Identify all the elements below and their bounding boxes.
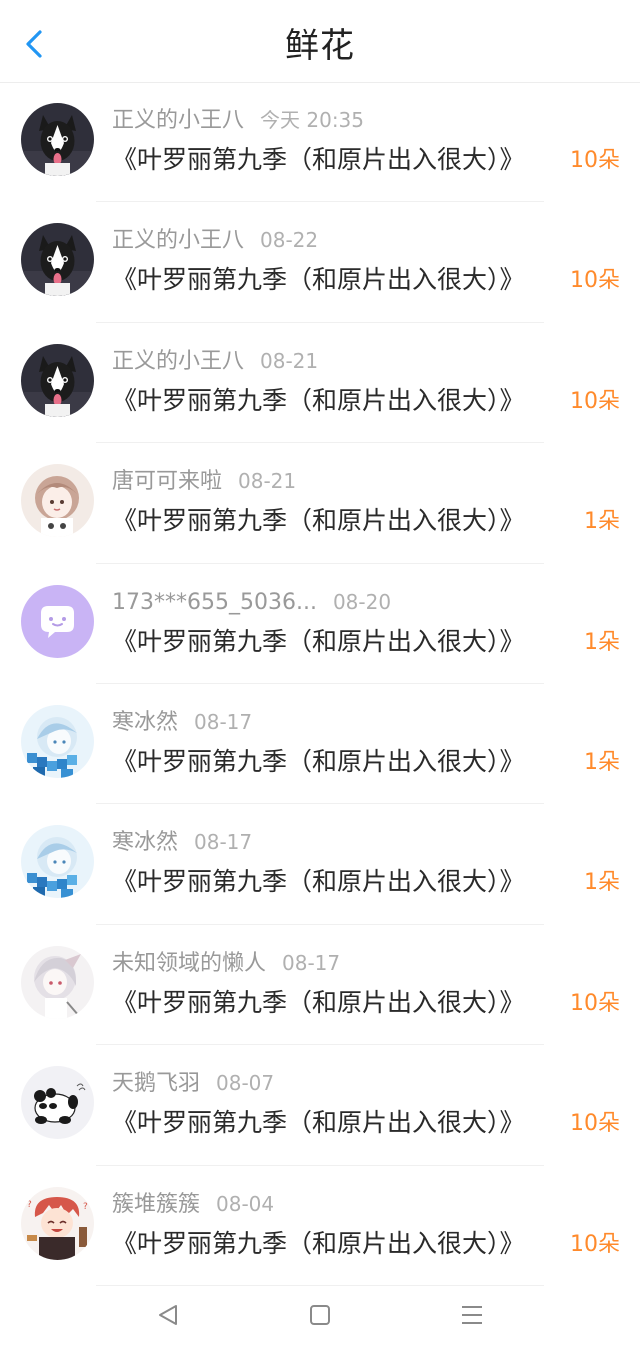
item-meta: 未知领域的懒人 08-17 bbox=[112, 947, 340, 979]
husky-avatar-icon bbox=[21, 343, 94, 417]
flower-count: 10朵 bbox=[570, 990, 620, 1016]
nav-home-button[interactable] bbox=[300, 1295, 340, 1335]
avatar[interactable] bbox=[21, 223, 94, 297]
flower-count: 10朵 bbox=[570, 1111, 620, 1137]
list-item[interactable]: 正义的小王八 今天 20:35 《叶罗丽第九季（和原片出入很大）》 10朵 bbox=[0, 82, 640, 203]
username[interactable]: 正义的小王八 bbox=[112, 228, 244, 253]
book-title[interactable]: 《叶罗丽第九季（和原片出入很大）》 bbox=[112, 260, 550, 300]
avatar[interactable] bbox=[21, 825, 94, 899]
list-item[interactable]: 天鹅飞羽 08-07 《叶罗丽第九季（和原片出入很大）》 10朵 bbox=[0, 1045, 640, 1166]
svg-text:?: ? bbox=[83, 1202, 88, 1212]
item-meta: 寒冰然 08-17 bbox=[112, 826, 252, 858]
book-title[interactable]: 《叶罗丽第九季（和原片出入很大）》 bbox=[112, 381, 550, 421]
list-item[interactable]: 未知领域的懒人 08-17 《叶罗丽第九季（和原片出入很大）》 10朵 bbox=[0, 925, 640, 1046]
username[interactable]: 173***655_5036... bbox=[112, 590, 317, 615]
username[interactable]: 未知领域的懒人 bbox=[112, 951, 266, 976]
blue-anime-avatar-icon bbox=[21, 825, 94, 899]
book-title[interactable]: 《叶罗丽第九季（和原片出入很大）》 bbox=[112, 742, 574, 782]
flower-count: 10朵 bbox=[570, 388, 620, 414]
username[interactable]: 天鹅飞羽 bbox=[112, 1071, 200, 1096]
timestamp: 08-21 bbox=[260, 348, 319, 373]
timestamp: 08-07 bbox=[216, 1071, 275, 1096]
list-item[interactable]: ? ? 簇堆簇簇 08-04 《叶罗丽第九季（和原片出入很大）》 10朵 bbox=[0, 1166, 640, 1286]
username[interactable]: 簇堆簇簇 bbox=[112, 1192, 200, 1217]
triangle-back-icon bbox=[159, 1305, 177, 1325]
item-meta: 簇堆簇簇 08-04 bbox=[112, 1188, 274, 1220]
username[interactable]: 正义的小王八 bbox=[112, 349, 244, 374]
avatar[interactable]: ? ? bbox=[21, 1186, 94, 1260]
timestamp: 08-17 bbox=[194, 830, 253, 855]
page-title: 鲜花 bbox=[285, 26, 355, 66]
husky-avatar-icon bbox=[21, 103, 94, 176]
avatar[interactable] bbox=[21, 945, 94, 1019]
book-title[interactable]: 《叶罗丽第九季（和原片出入很大）》 bbox=[112, 622, 574, 662]
username[interactable]: 唐可可来啦 bbox=[112, 469, 222, 494]
flower-count: 1朵 bbox=[584, 870, 620, 896]
flower-count: 1朵 bbox=[584, 509, 620, 535]
app-root: 鲜花 正义的小王八今天 20:35《叶罗丽第九季（和原片出入很大）》10朵 bbox=[0, 0, 640, 1355]
username[interactable]: 寒冰然 bbox=[112, 710, 178, 735]
timestamp: 今天 20:35 bbox=[260, 108, 365, 132]
menu-lines-icon bbox=[462, 1306, 482, 1324]
top-bar: 鲜花 bbox=[0, 0, 640, 83]
chat-bubble-avatar-icon bbox=[21, 584, 94, 658]
avatar[interactable] bbox=[21, 584, 94, 658]
avatar[interactable] bbox=[21, 704, 94, 778]
husky-avatar-icon bbox=[21, 223, 94, 297]
avatar[interactable] bbox=[21, 343, 94, 417]
list-item[interactable]: 唐可可来啦 08-21 《叶罗丽第九季（和原片出入很大）》 1朵 bbox=[0, 443, 640, 564]
item-meta: 正义的小王八 08-22 bbox=[112, 224, 318, 256]
timestamp: 08-20 bbox=[332, 589, 392, 614]
book-title[interactable]: 《叶罗丽第九季（和原片出入很大）》 bbox=[112, 862, 574, 902]
item-meta: 唐可可来啦 08-21 bbox=[112, 465, 296, 497]
book-title[interactable]: 《叶罗丽第九季（和原片出入很大）》 bbox=[112, 501, 574, 541]
item-meta: 寒冰然 08-17 bbox=[112, 706, 252, 738]
square-home-icon bbox=[310, 1305, 330, 1325]
item-meta: 正义的小王八 08-21 bbox=[112, 345, 318, 377]
avatar[interactable] bbox=[21, 1066, 94, 1140]
book-title[interactable]: 《叶罗丽第九季（和原片出入很大）》 bbox=[112, 1103, 550, 1143]
list-item[interactable]: 173***655_5036... 08-20 《叶罗丽第九季（和原片出入很大）》 1… bbox=[0, 564, 640, 684]
book-title[interactable]: 《叶罗丽第九季（和原片出入很大）》 bbox=[112, 140, 550, 180]
username[interactable]: 寒冰然 bbox=[112, 830, 178, 855]
gift-record-list: 正义的小王八 今天 20:35 《叶罗丽第九季（和原片出入很大）》 10朵 正义的小王… bbox=[0, 82, 640, 1286]
flower-count: 1朵 bbox=[584, 629, 620, 655]
system-nav-bar bbox=[0, 1275, 640, 1355]
flower-count: 10朵 bbox=[570, 268, 620, 294]
list-item[interactable]: 正义的小王八 08-21 《叶罗丽第九季（和原片出入很大）》 10朵 bbox=[0, 323, 640, 444]
username[interactable]: 正义的小王八 bbox=[112, 108, 244, 133]
item-meta: 173***655_5036... 08-20 bbox=[112, 586, 391, 618]
timestamp: 08-21 bbox=[238, 469, 297, 494]
list-item[interactable]: 寒冰然 08-17 《叶罗丽第九季（和原片出入很大）》 1朵 bbox=[0, 804, 640, 925]
item-meta: 天鹅飞羽 08-07 bbox=[112, 1067, 274, 1099]
nav-back-button[interactable] bbox=[148, 1295, 188, 1335]
nav-menu-button[interactable] bbox=[452, 1295, 492, 1335]
flower-count: 1朵 bbox=[584, 749, 620, 775]
flower-count: 10朵 bbox=[570, 1231, 620, 1257]
timestamp: 08-04 bbox=[216, 1191, 275, 1216]
avatar[interactable] bbox=[21, 103, 94, 176]
book-title[interactable]: 《叶罗丽第九季（和原片出入很大）》 bbox=[112, 1224, 550, 1264]
list-item[interactable]: 正义的小王八 08-22 《叶罗丽第九季（和原片出入很大）》 10朵 bbox=[0, 202, 640, 323]
flower-count: 10朵 bbox=[570, 148, 620, 173]
book-title[interactable]: 《叶罗丽第九季（和原片出入很大）》 bbox=[112, 983, 550, 1023]
panda-avatar-icon bbox=[21, 1066, 94, 1140]
blue-anime-avatar-icon bbox=[21, 704, 94, 778]
anime-girl-avatar-icon bbox=[21, 464, 94, 538]
list-item[interactable]: 寒冰然 08-17 《叶罗丽第九季（和原片出入很大）》 1朵 bbox=[0, 684, 640, 805]
timestamp: 08-22 bbox=[260, 228, 319, 253]
timestamp: 08-17 bbox=[282, 950, 341, 975]
svg-text:?: ? bbox=[27, 1200, 32, 1210]
item-meta: 正义的小王八 今天 20:35 bbox=[112, 104, 364, 136]
timestamp: 08-17 bbox=[194, 709, 253, 734]
avatar[interactable] bbox=[21, 464, 94, 538]
white-hair-avatar-icon bbox=[21, 945, 94, 1019]
red-hair-boy-avatar-icon: ? ? bbox=[21, 1186, 94, 1260]
